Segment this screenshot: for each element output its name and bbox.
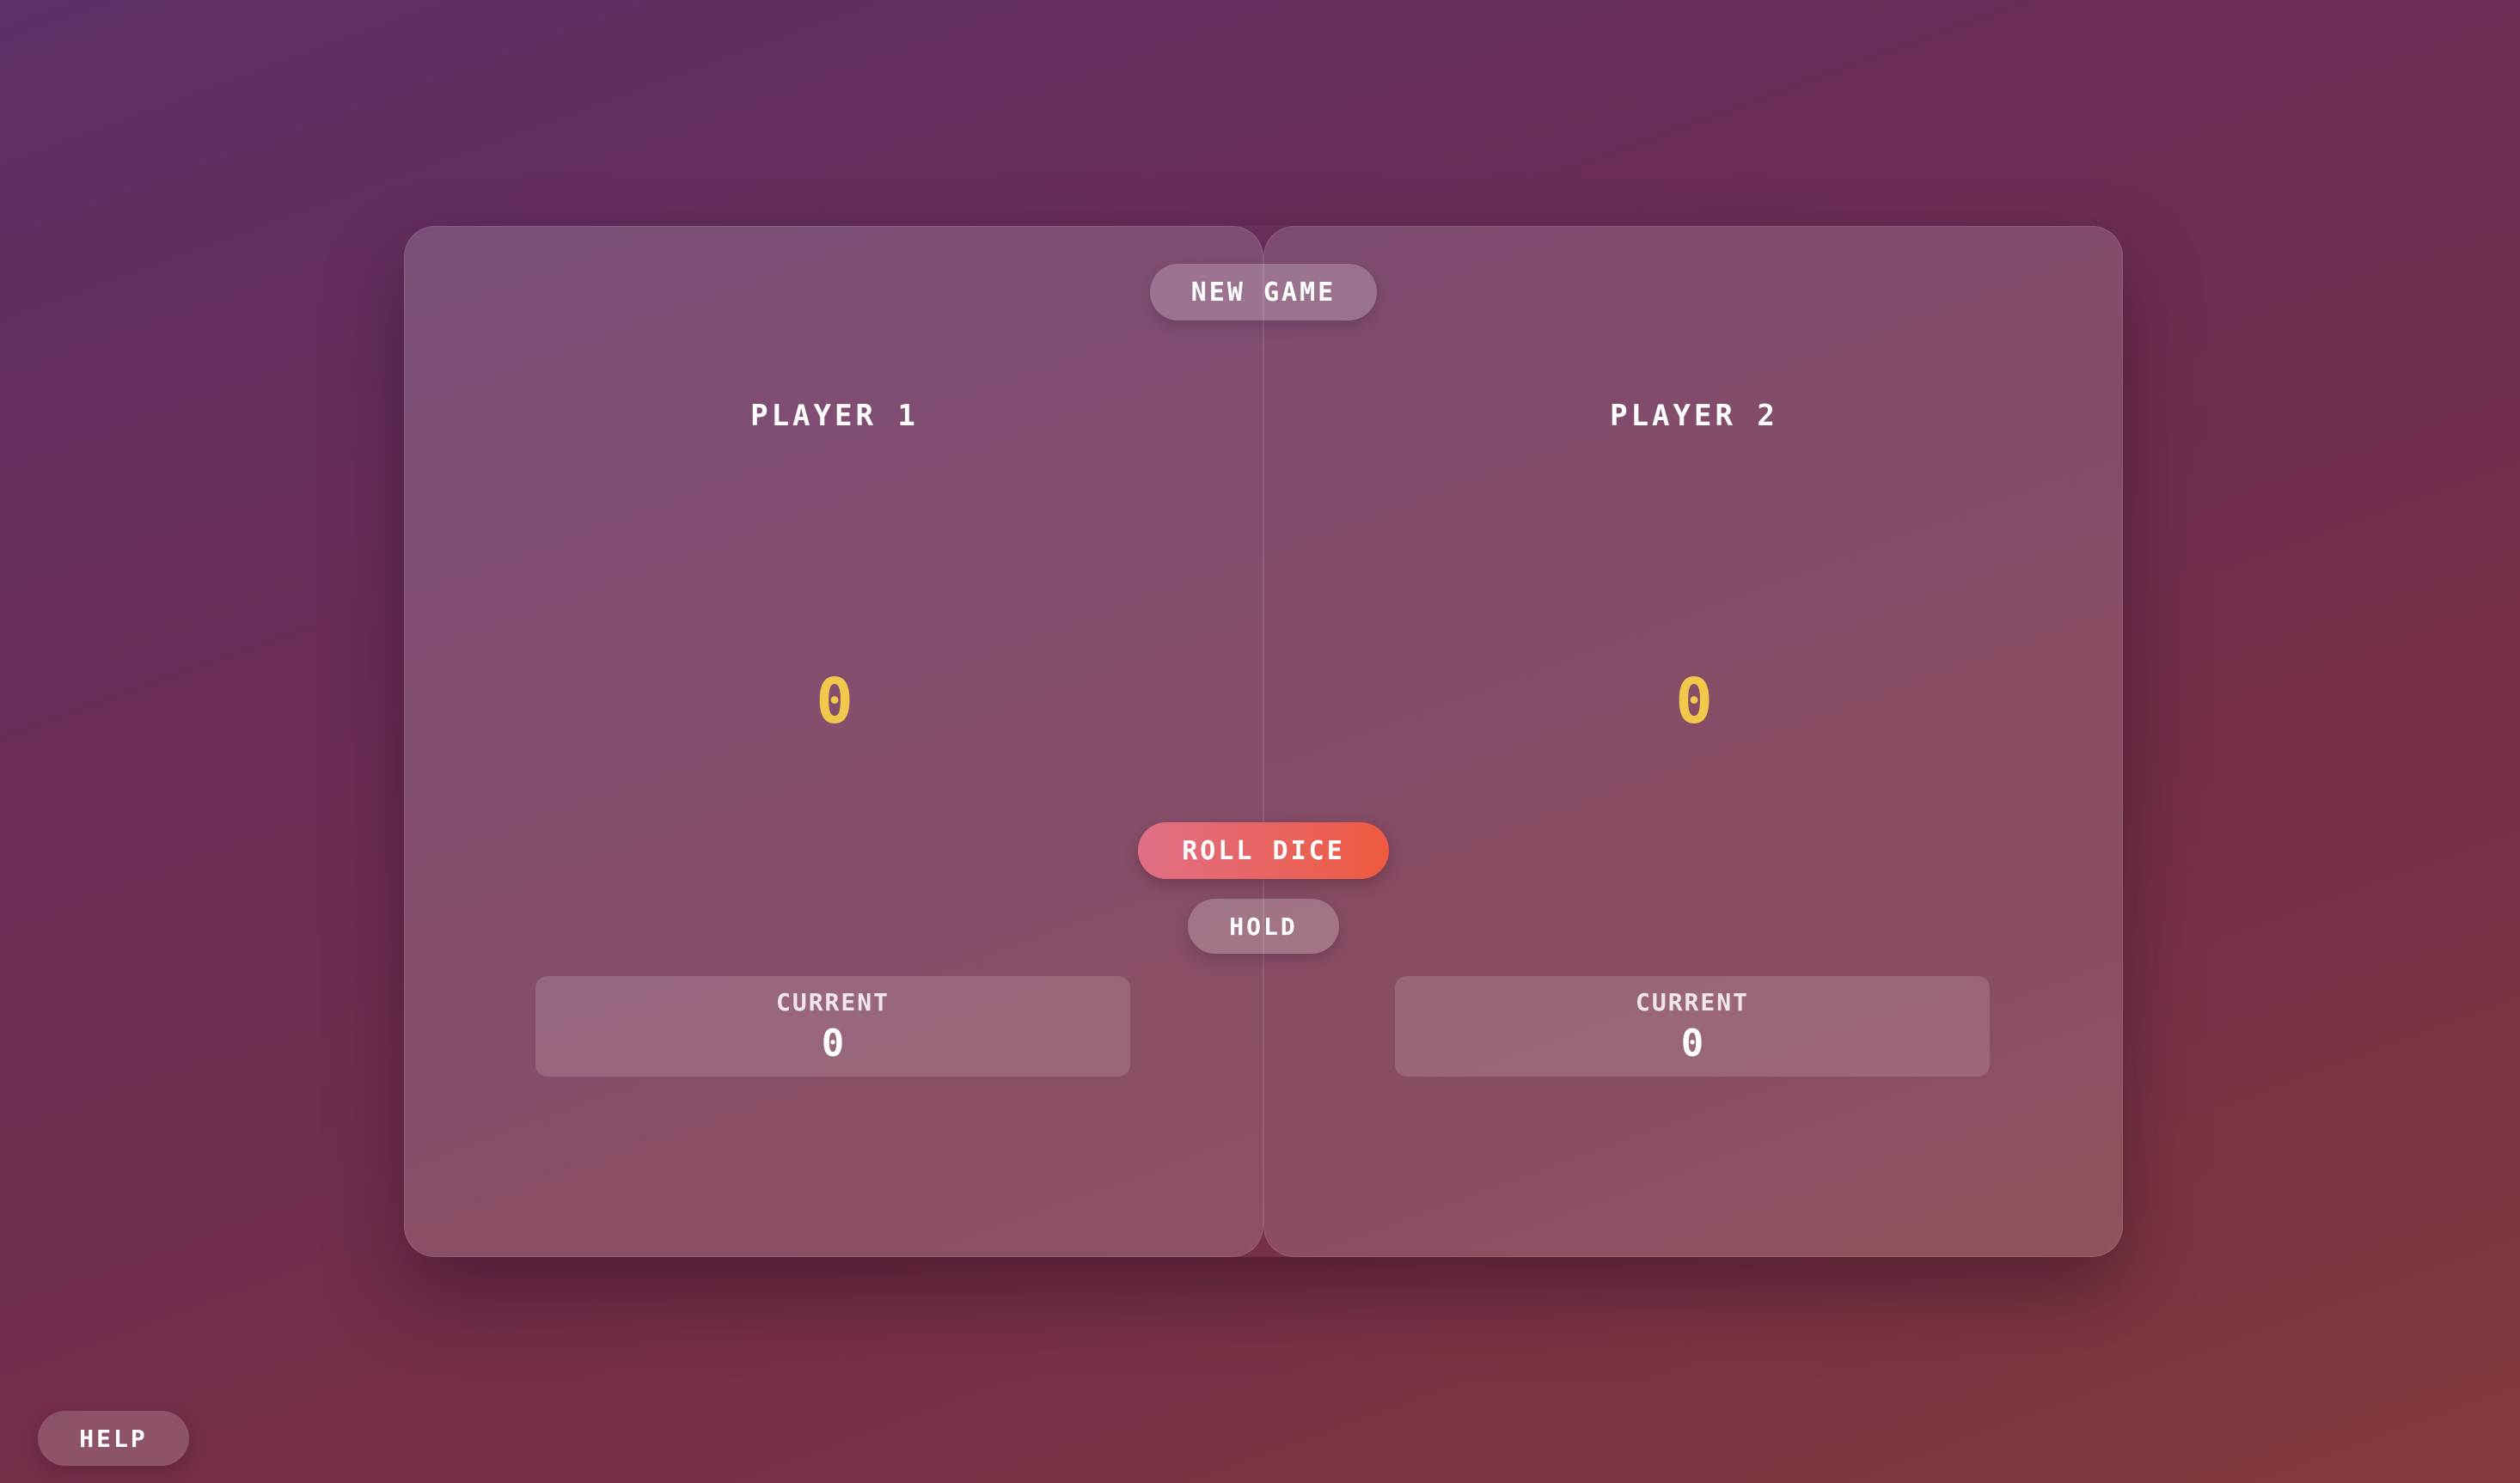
player-2-current-box: CURRENT 0	[1395, 976, 1990, 1077]
player-1-current-label: CURRENT	[775, 988, 890, 1016]
player-1-panel: PLAYER 1 0 CURRENT 0	[404, 226, 1263, 1257]
player-1-current-score: 0	[821, 1022, 845, 1065]
player-2-current-label: CURRENT	[1635, 988, 1749, 1016]
game-board: PLAYER 1 0 CURRENT 0 PLAYER 2 0 CURRENT …	[404, 226, 2123, 1257]
roll-dice-button[interactable]: ROLL DICE	[1138, 822, 1389, 879]
player-1-score: 0	[816, 665, 853, 737]
help-button[interactable]: HELP	[38, 1411, 189, 1466]
player-1-current-box: CURRENT 0	[535, 976, 1130, 1077]
new-game-button[interactable]: NEW GAME	[1150, 264, 1377, 320]
player-2-current-score: 0	[1680, 1022, 1704, 1065]
player-2-panel: PLAYER 2 0 CURRENT 0	[1263, 226, 2123, 1257]
player-1-name: PLAYER 1	[750, 399, 919, 433]
hold-button[interactable]: HOLD	[1188, 899, 1339, 954]
player-2-score: 0	[1675, 665, 1713, 737]
player-2-name: PLAYER 2	[1610, 399, 1778, 433]
